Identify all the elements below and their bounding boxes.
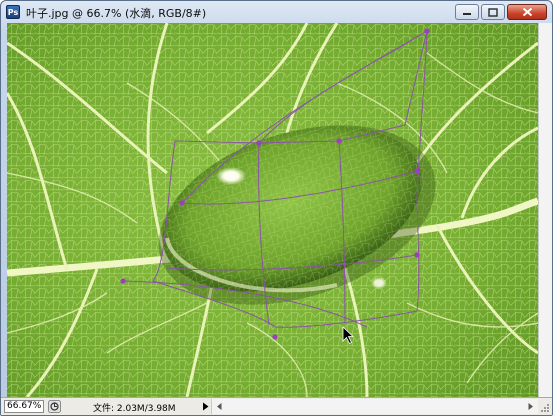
triangle-right-icon[interactable] (200, 401, 211, 412)
vertical-scrollbar[interactable] (538, 23, 552, 397)
droplet-highlight (216, 167, 246, 185)
scroll-right-icon[interactable] (525, 401, 536, 412)
minimize-button[interactable] (455, 4, 479, 20)
document-window: Ps 叶子.jpg @ 66.7% (水滴, RGB/8#) 66.67% 文件… (0, 0, 553, 416)
horizontal-scrollbar[interactable] (211, 399, 538, 414)
droplet-reflection (371, 277, 387, 289)
close-button[interactable] (507, 4, 547, 20)
status-bar: 66.67% 文件: 2.03M/3.98M (1, 397, 552, 415)
zoom-field[interactable]: 66.67% (4, 400, 44, 413)
document-size-info: 文件: 2.03M/3.98M (93, 404, 176, 414)
close-icon (522, 7, 532, 17)
photoshop-doc-icon: Ps (6, 5, 20, 19)
leaf-image[interactable] (7, 23, 538, 397)
document-status-icon[interactable] (48, 400, 61, 413)
title-bar[interactable]: Ps 叶子.jpg @ 66.7% (水滴, RGB/8#) (1, 1, 552, 23)
window-controls (455, 4, 547, 21)
maximize-button[interactable] (481, 4, 505, 20)
canvas-area[interactable] (7, 23, 538, 397)
maximize-icon (488, 7, 498, 17)
resize-grip-icon[interactable] (538, 399, 551, 414)
window-title: 叶子.jpg @ 66.7% (水滴, RGB/8#) (26, 7, 207, 20)
minimize-icon (463, 13, 471, 15)
scroll-left-icon[interactable] (214, 401, 225, 412)
